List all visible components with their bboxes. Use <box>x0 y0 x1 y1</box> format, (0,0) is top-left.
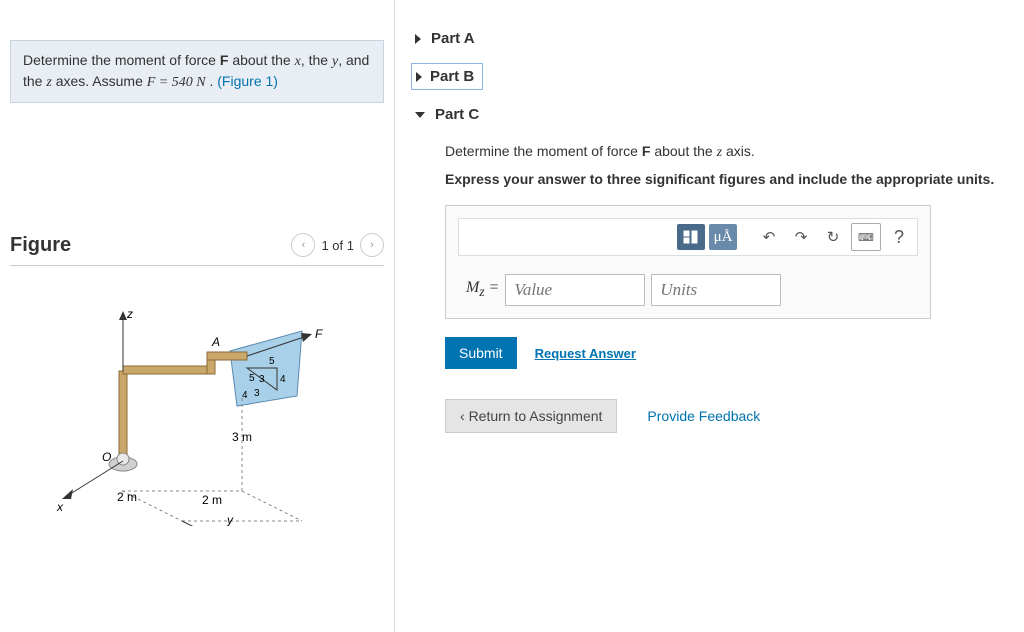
svg-text:4: 4 <box>242 390 248 401</box>
svg-text:F: F <box>315 327 323 341</box>
chevron-down-icon <box>415 112 425 118</box>
figure-prev-button[interactable]: ‹ <box>291 233 315 257</box>
problem-statement: Determine the moment of force F about th… <box>10 40 384 103</box>
svg-text:2 m: 2 m <box>202 493 222 507</box>
help-icon[interactable]: ? <box>885 224 913 250</box>
toolbar: μÅ ↶ ↷ ↻ ⌨ ? <box>458 218 918 256</box>
part-c-question: Determine the moment of force F about th… <box>445 143 1004 161</box>
svg-text:x: x <box>56 500 64 514</box>
units-input[interactable] <box>651 274 781 306</box>
chevron-right-icon <box>415 34 421 44</box>
keyboard-icon[interactable]: ⌨ <box>851 223 881 251</box>
svg-text:3: 3 <box>254 388 260 399</box>
svg-text:y: y <box>226 513 234 526</box>
figure-title: Figure <box>10 234 71 257</box>
figure-diagram: z A F O x y 3 m 2 m 2 m 5 4 3 3 4 5 <box>10 281 384 541</box>
svg-text:3 m: 3 m <box>232 430 252 444</box>
svg-text:O: O <box>102 450 111 464</box>
units-icon[interactable]: μÅ <box>709 224 737 250</box>
svg-text:4: 4 <box>280 374 286 385</box>
figure-link[interactable]: (Figure 1) <box>217 73 278 89</box>
svg-text:A: A <box>211 335 220 349</box>
format-icon[interactable] <box>677 224 705 250</box>
part-c-header[interactable]: Part C <box>415 96 1004 133</box>
figure-pager-text: 1 of 1 <box>321 238 354 253</box>
svg-text:5: 5 <box>249 373 255 384</box>
value-input[interactable] <box>505 274 645 306</box>
feedback-link[interactable]: Provide Feedback <box>647 408 760 424</box>
submit-button[interactable]: Submit <box>445 337 517 369</box>
answer-box: μÅ ↶ ↷ ↻ ⌨ ? Mz = <box>445 205 931 319</box>
figure-next-button[interactable]: › <box>360 233 384 257</box>
svg-text:5: 5 <box>269 356 275 367</box>
return-button[interactable]: ‹ Return to Assignment <box>445 399 617 433</box>
part-c-instruction: Express your answer to three significant… <box>445 171 1004 187</box>
chevron-right-icon <box>416 72 422 82</box>
undo-icon[interactable]: ↶ <box>755 224 783 250</box>
request-answer-link[interactable]: Request Answer <box>535 346 636 361</box>
chevron-left-icon: ‹ <box>460 408 469 424</box>
answer-label: Mz = <box>466 279 499 300</box>
redo-icon[interactable]: ↷ <box>787 224 815 250</box>
part-a-header[interactable]: Part A <box>415 20 1004 57</box>
svg-text:z: z <box>126 307 133 321</box>
reset-icon[interactable]: ↻ <box>819 224 847 250</box>
svg-text:3: 3 <box>259 374 265 385</box>
svg-text:2 m: 2 m <box>117 490 137 504</box>
part-b-header[interactable]: Part B <box>411 63 483 90</box>
